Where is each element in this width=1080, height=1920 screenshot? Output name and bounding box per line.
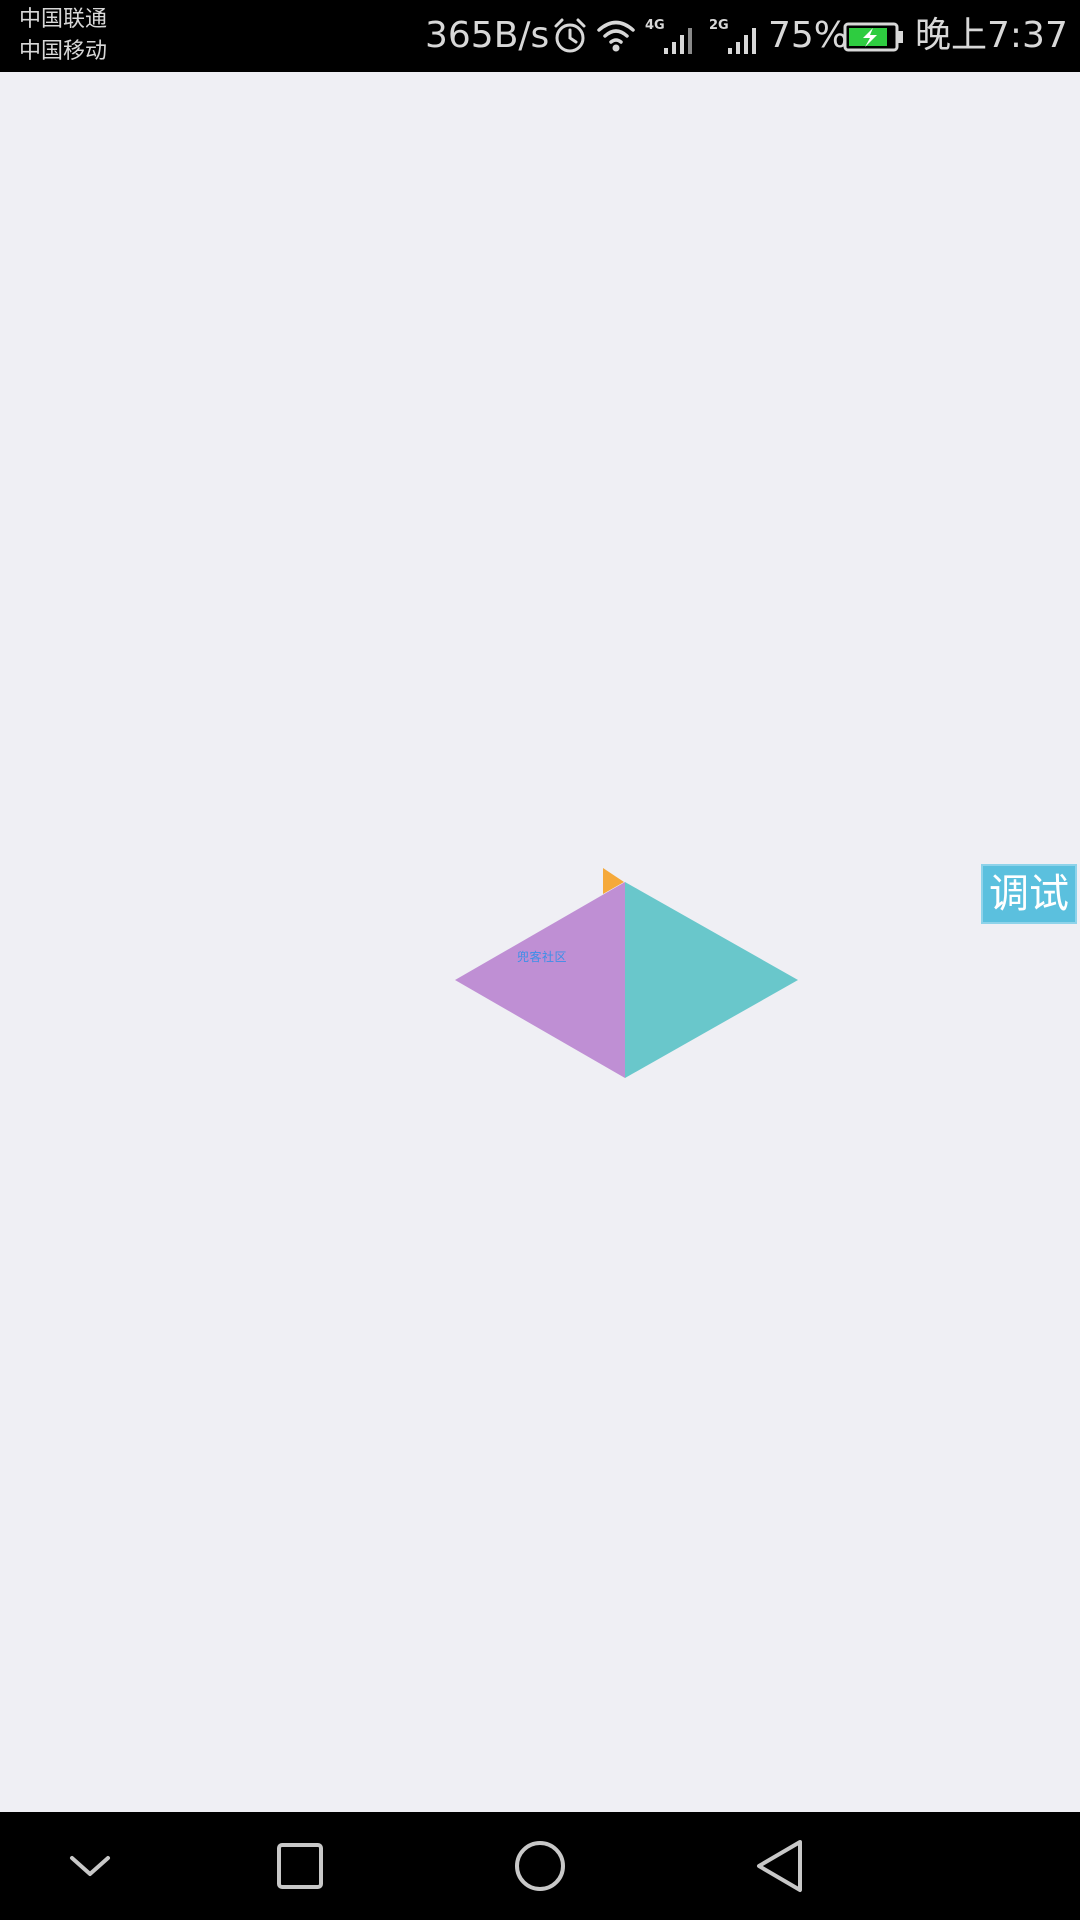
signal-2g-icon: 2G bbox=[709, 18, 756, 54]
status-bar: 中国联通 中国移动 365B/s 4G 2G 75% 晚上7:37 bbox=[0, 0, 1080, 72]
recent-apps-icon[interactable] bbox=[270, 1836, 330, 1896]
main-content: 兜客社区 调试 bbox=[0, 72, 1080, 1812]
chevron-down-icon[interactable] bbox=[60, 1836, 120, 1896]
network-type-2: 2G bbox=[709, 18, 729, 33]
diagram-caption: 兜客社区 bbox=[516, 950, 567, 964]
alarm-icon bbox=[554, 18, 586, 53]
wifi-icon bbox=[597, 20, 635, 52]
battery-percent: 75% bbox=[768, 15, 849, 56]
home-icon[interactable] bbox=[510, 1836, 570, 1896]
network-speed: 365B/s bbox=[425, 15, 550, 56]
right-triangle bbox=[625, 882, 798, 1078]
debug-button[interactable]: 调试 bbox=[981, 864, 1077, 924]
carrier-secondary: 中国移动 bbox=[19, 39, 108, 64]
logo-diagram bbox=[455, 868, 798, 1078]
battery-charging-icon bbox=[843, 22, 903, 52]
signal-4g-icon: 4G bbox=[645, 18, 692, 54]
screen: 中国联通 中国移动 365B/s 4G 2G 75% 晚上7:37 兜客社区 调… bbox=[0, 0, 1080, 1920]
left-triangle bbox=[455, 882, 625, 1078]
carrier-primary: 中国联通 bbox=[19, 7, 108, 32]
back-icon[interactable] bbox=[750, 1836, 810, 1896]
clock: 晚上7:37 bbox=[915, 15, 1068, 56]
navigation-bar bbox=[0, 1812, 1080, 1920]
network-type-1: 4G bbox=[645, 18, 665, 33]
